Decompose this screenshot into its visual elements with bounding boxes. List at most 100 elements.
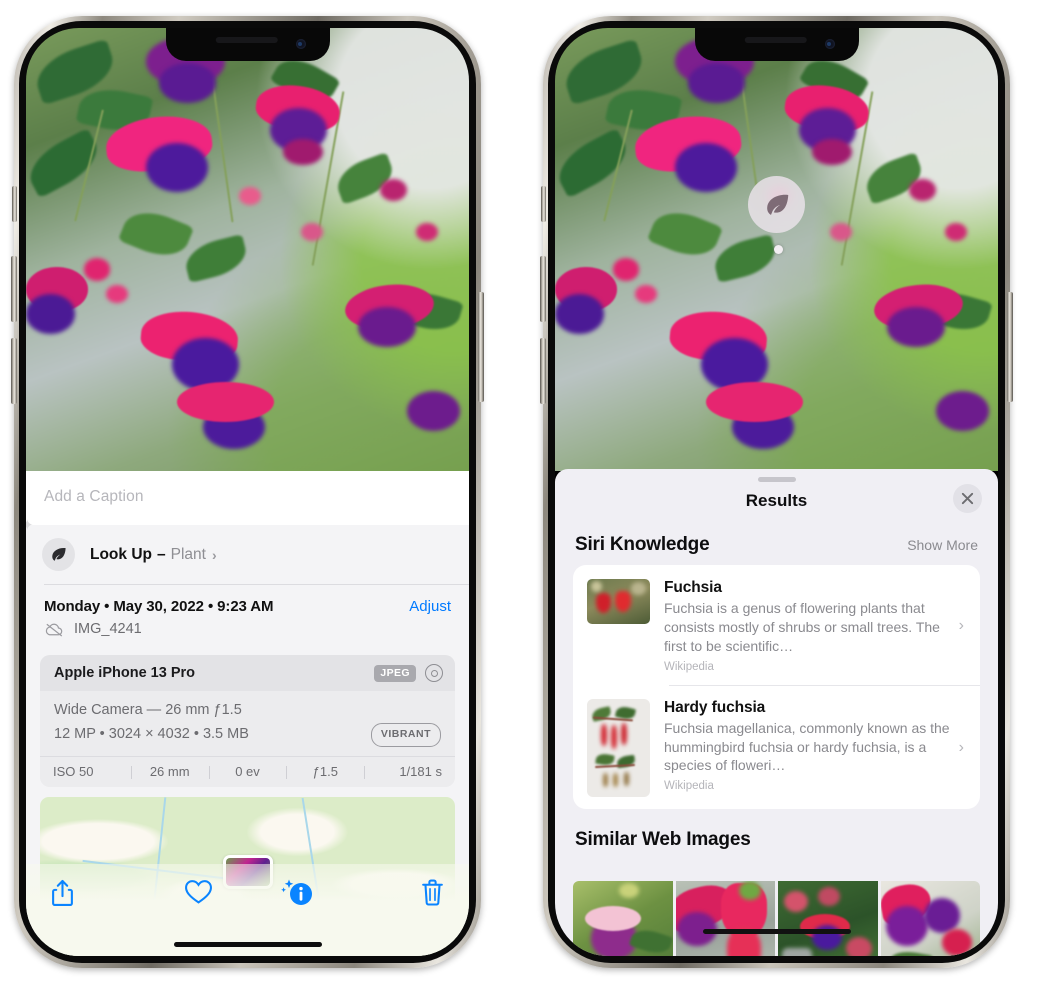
thumb-corolla <box>886 905 929 947</box>
fuchsia-bud <box>380 178 407 201</box>
delete-button[interactable] <box>346 878 445 907</box>
thumb-bud <box>783 890 808 912</box>
thumb-corolla <box>924 898 961 933</box>
fuchsia-bud <box>829 222 852 241</box>
caption-input[interactable]: Add a Caption <box>44 488 451 506</box>
power-button[interactable] <box>1007 292 1013 402</box>
fuchsia-bud <box>415 222 438 241</box>
volume-down-button[interactable] <box>11 338 17 404</box>
volume-up-button[interactable] <box>11 256 17 322</box>
fuchsia-sepal <box>705 382 804 423</box>
exif-focal: 26 mm <box>130 764 209 780</box>
volume-down-button[interactable] <box>540 338 546 404</box>
exif-aperture: ƒ1.5 <box>286 764 364 780</box>
fuchsia-corolla <box>358 307 416 347</box>
similar-image-1[interactable] <box>573 881 673 956</box>
share-button[interactable] <box>50 878 149 908</box>
camera-details-card[interactable]: Apple iPhone 13 Pro JPEG Wide Camera — 2… <box>40 655 455 788</box>
fuchsia-bud <box>909 178 936 201</box>
close-button[interactable] <box>953 484 982 513</box>
fuchsia-tube <box>282 138 323 166</box>
chevron-right-icon: › <box>958 616 964 634</box>
look-up-label: Look Up <box>90 545 152 563</box>
camera-device-name: Apple iPhone 13 Pro <box>54 665 195 681</box>
thumb-highlight <box>590 580 603 593</box>
right-phone: Results Siri Knowledge Show More Fuchsia… <box>540 16 1013 968</box>
thumb-flower <box>614 590 632 613</box>
silent-switch[interactable] <box>12 186 17 222</box>
notch <box>165 28 330 61</box>
photo-viewer[interactable] <box>555 28 998 471</box>
fuchsia-corolla <box>887 307 945 347</box>
share-icon <box>52 879 73 907</box>
right-phone-screen: Results Siri Knowledge Show More Fuchsia… <box>555 28 998 956</box>
thumb-sepal <box>584 905 641 931</box>
sheet-header: Results <box>555 482 998 514</box>
raw-circle-icon <box>425 664 443 682</box>
close-icon <box>961 492 974 505</box>
knowledge-card-body: Hardy fuchsia Fuchsia magellanica, commo… <box>664 699 951 793</box>
adjust-button[interactable]: Adjust <box>409 598 451 615</box>
leaf-icon <box>766 194 788 215</box>
screenshot-stage: Add a Caption ✦ ✦ Look Up – Plant › <box>0 0 1055 985</box>
silent-switch[interactable] <box>541 186 546 222</box>
exif-ev: 0 ev <box>208 764 287 780</box>
photo-info-panel: Add a Caption ✦ ✦ Look Up – Plant › <box>26 471 469 956</box>
camera-badges: JPEG <box>374 664 443 682</box>
caption-row[interactable]: Add a Caption <box>26 471 469 525</box>
fuchsia-corolla <box>145 143 208 192</box>
knowledge-source: Wikipedia <box>664 780 714 793</box>
siri-knowledge-header: Siri Knowledge Show More <box>555 514 998 565</box>
home-indicator[interactable] <box>173 942 322 947</box>
knowledge-card-body: Fuchsia Fuchsia is a genus of flowering … <box>664 579 951 673</box>
similar-web-images-strip[interactable] <box>573 881 980 956</box>
thumb-flower <box>621 723 627 745</box>
visual-lookup-badge[interactable] <box>748 176 805 233</box>
look-up-subject: Plant <box>170 545 206 563</box>
fuchsia-bud <box>83 258 111 281</box>
chevron-right-icon: › <box>211 546 217 563</box>
siri-knowledge-cards: Fuchsia Fuchsia is a genus of flowering … <box>573 565 980 809</box>
thumb-leaf <box>889 948 934 956</box>
left-phone: Add a Caption ✦ ✦ Look Up – Plant › <box>11 16 484 968</box>
thumb-leaf <box>595 752 615 766</box>
file-line-row: 12 MP • 3024 × 4032 • 3.5 MB VIBRANT <box>54 722 441 748</box>
favorite-button[interactable] <box>149 878 248 905</box>
knowledge-title: Hardy fuchsia <box>664 698 766 716</box>
similar-image-2[interactable] <box>675 881 775 956</box>
fuchsia-corolla <box>674 143 737 192</box>
show-more-button[interactable]: Show More <box>907 537 978 553</box>
photo-date: Monday • May 30, 2022 • 9:23 AM <box>44 598 274 615</box>
exif-row: ISO 50 26 mm 0 ev ƒ1.5 1/181 s <box>40 756 455 788</box>
similar-image-4[interactable] <box>880 881 980 956</box>
thumb-flower <box>600 724 607 746</box>
lens-line: Wide Camera — 26 mm ƒ1.5 <box>54 702 242 718</box>
fuchsia-tube <box>811 138 852 166</box>
knowledge-card[interactable]: Fuchsia Fuchsia is a genus of flowering … <box>573 565 980 685</box>
visual-lookup-anchor-dot <box>774 245 783 254</box>
knowledge-card[interactable]: Hardy fuchsia Fuchsia magellanica, commo… <box>573 684 980 809</box>
fuchsia-corolla <box>935 391 990 432</box>
thumb-bud <box>618 882 639 899</box>
power-button[interactable] <box>478 292 484 402</box>
heart-icon <box>184 880 212 904</box>
fuchsia-bud <box>612 258 640 281</box>
thumb-seedpod <box>603 773 609 787</box>
left-phone-screen: Add a Caption ✦ ✦ Look Up – Plant › <box>26 28 469 956</box>
camera-card-header: Apple iPhone 13 Pro JPEG <box>40 655 455 691</box>
thumb-seedpod <box>613 773 619 787</box>
thumb-stem <box>594 764 635 769</box>
front-camera-icon <box>824 39 835 49</box>
photo-viewer[interactable] <box>26 28 469 471</box>
info-button[interactable] <box>248 878 347 908</box>
fuchsia-sepal <box>176 382 275 423</box>
notch <box>694 28 859 61</box>
look-up-row[interactable]: ✦ ✦ Look Up – Plant › <box>26 518 469 584</box>
fuchsia-corolla <box>555 293 604 334</box>
home-indicator[interactable] <box>702 929 851 934</box>
knowledge-description: Fuchsia magellanica, commonly known as t… <box>664 719 950 774</box>
similar-image-3[interactable] <box>778 881 878 956</box>
section-title: Siri Knowledge <box>575 534 710 555</box>
photographic-style-badge: VIBRANT <box>370 722 441 748</box>
volume-up-button[interactable] <box>540 256 546 322</box>
